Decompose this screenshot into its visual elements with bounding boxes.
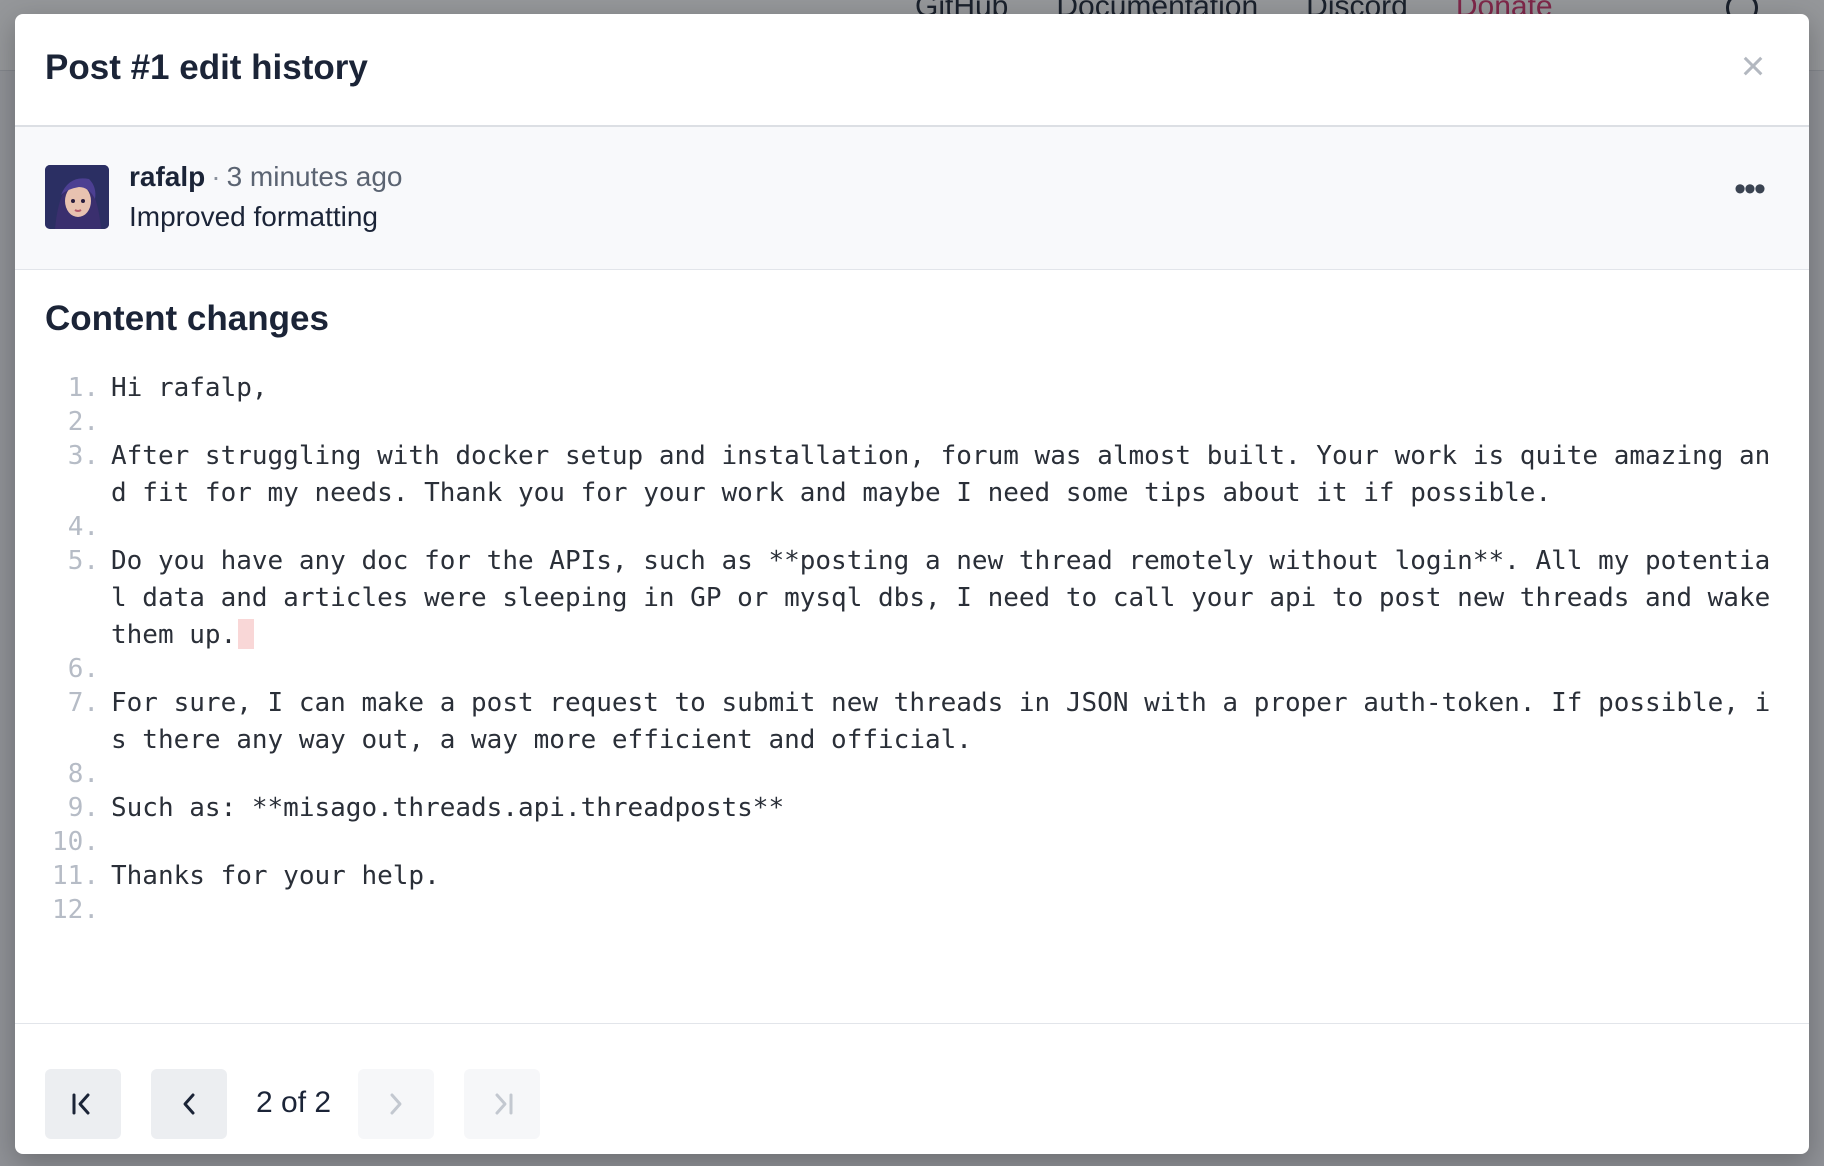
- diff-line: 6.: [41, 651, 1785, 688]
- line-number: 5.: [67, 546, 99, 576]
- line-text: For sure, I can make a post request to s…: [111, 688, 1771, 755]
- line-text: [111, 404, 1785, 441]
- close-icon[interactable]: ×: [1735, 45, 1771, 87]
- next-page-button[interactable]: [358, 1069, 434, 1139]
- content-changes-title: Content changes: [45, 299, 329, 338]
- last-page-icon: [495, 1093, 513, 1115]
- line-text: [111, 756, 1785, 793]
- line-text: After struggling with docker setup and i…: [111, 441, 1771, 508]
- diff-line: 7. For sure, I can make a post request t…: [41, 685, 1785, 759]
- line-text-content: Do you have any doc for the APIs, such a…: [111, 546, 1786, 650]
- diff-line: 12.: [41, 892, 1785, 929]
- line-text: [111, 651, 1785, 688]
- line-text: [111, 509, 1785, 546]
- diff-line: 8.: [41, 756, 1785, 793]
- page-indicator: 2 of 2: [256, 1086, 332, 1119]
- line-text: Hi rafalp,: [111, 373, 268, 403]
- diff-line: 1. Hi rafalp,: [41, 370, 1785, 407]
- first-page-button[interactable]: [45, 1069, 121, 1139]
- first-page-icon: [72, 1093, 90, 1115]
- pagination-footer: 2 of 2: [15, 1023, 1809, 1154]
- edit-reason: Improved formatting: [129, 201, 378, 232]
- author-name[interactable]: rafalp: [129, 161, 205, 192]
- diff-insert-marker: [238, 619, 255, 649]
- previous-page-button[interactable]: [151, 1069, 227, 1139]
- chevron-right-icon: [390, 1093, 402, 1115]
- line-number: 2.: [67, 407, 99, 437]
- line-number: 1.: [67, 373, 99, 403]
- line-number: 11.: [52, 861, 99, 891]
- more-horizontal-icon[interactable]: •••: [1729, 172, 1769, 209]
- line-text: Thanks for your help.: [111, 861, 440, 891]
- line-number: 4.: [67, 512, 99, 542]
- line-text: Do you have any doc for the APIs, such a…: [111, 543, 1785, 654]
- line-number: 12.: [52, 895, 99, 925]
- modal-title: Post #1 edit history: [45, 48, 368, 87]
- author-separator: ·: [211, 161, 221, 192]
- line-number: 6.: [67, 654, 99, 684]
- line-number: 9.: [67, 793, 99, 823]
- diff-content: 1. Hi rafalp, 2. 3. After struggling wit…: [41, 370, 1785, 929]
- line-number: 10.: [52, 827, 99, 857]
- line-number: 3.: [67, 441, 99, 471]
- diff-line: 10.: [41, 824, 1785, 861]
- diff-line: 3. After struggling with docker setup an…: [41, 438, 1785, 512]
- modal-header: Post #1 edit history ×: [15, 14, 1809, 127]
- avatar[interactable]: [45, 165, 109, 229]
- line-number: 8.: [67, 759, 99, 789]
- diff-line: 5. Do you have any doc for the APIs, suc…: [41, 543, 1785, 654]
- chevron-left-icon: [183, 1093, 195, 1115]
- last-page-button[interactable]: [464, 1069, 540, 1139]
- line-text: [111, 824, 1785, 861]
- diff-line: 4.: [41, 509, 1785, 546]
- edit-timestamp[interactable]: 3 minutes ago: [227, 161, 403, 192]
- diff-line: 11. Thanks for your help.: [41, 858, 1785, 895]
- author-bar: rafalp · 3 minutes ago Improved formatting…: [15, 127, 1809, 270]
- line-text: [111, 892, 1785, 929]
- line-number: 7.: [67, 688, 99, 718]
- line-text: Such as: **misago.threads.api.threadpost…: [111, 793, 785, 823]
- diff-line: 9. Such as: **misago.threads.api.threadp…: [41, 790, 1785, 827]
- diff-line: 2.: [41, 404, 1785, 441]
- author-line: rafalp · 3 minutes ago: [129, 161, 402, 193]
- avatar-image: [45, 165, 109, 229]
- edit-history-modal: Post #1 edit history × rafalp · 3 minutes …: [15, 14, 1809, 1154]
